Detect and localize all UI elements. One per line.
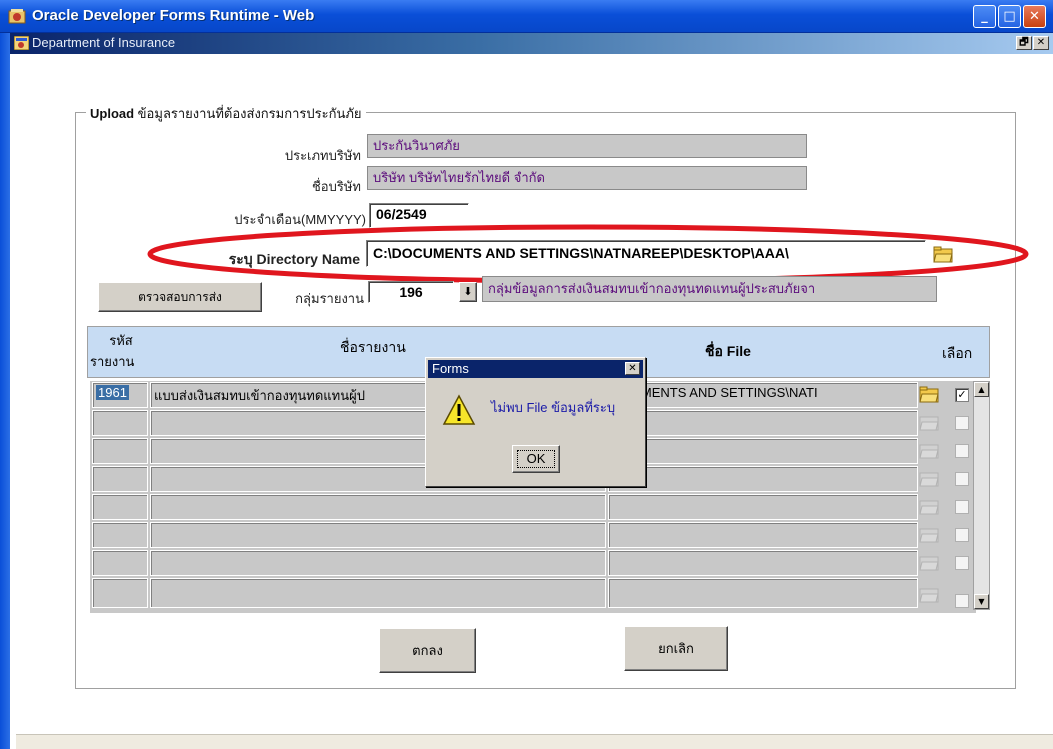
window-title: Oracle Developer Forms Runtime - Web [32,7,315,24]
empty-row-file-cell[interactable] [608,438,918,464]
warning-icon [442,394,476,425]
empty-row-file-cell[interactable] [608,550,918,576]
row-select-checkbox[interactable] [955,594,969,608]
ok-button[interactable]: ตกลง [379,628,476,673]
company-name-label: ชื่อบริษัท [311,179,361,194]
row-select-checkbox[interactable] [955,472,969,486]
empty-row-code-cell[interactable] [92,550,148,576]
empty-row-file-cell[interactable] [608,410,918,436]
report-group-input[interactable]: 196 [368,281,454,303]
dialog-ok-button[interactable]: OK [512,445,560,473]
forms-alert-dialog: Forms ✕ ไม่พบ File ข้อมูลที่ระบุ OK [425,357,646,487]
company-type-field: ประกันวินาศภัย [367,134,807,158]
window-left-border [0,33,10,749]
row-code-value: 1961 [96,385,129,400]
company-type-label: ประเภทบริษัท [284,148,361,163]
row-browse-folder-icon[interactable] [919,440,939,460]
row-select-checkbox[interactable] [955,500,969,514]
dialog-close-button[interactable]: ✕ [625,362,640,375]
row-browse-folder-icon[interactable] [919,552,939,572]
empty-row-name-cell[interactable] [150,578,606,608]
group-title-text: ข้อมูลรายงานที่ต้องส่งกรมการประกันภัย [134,106,362,121]
group-title: Upload ข้อมูลรายงานที่ต้องส่งกรมการประกั… [86,103,366,124]
row-select-checkbox[interactable] [955,444,969,458]
empty-row-file-cell[interactable] [608,522,918,548]
row-select-checkbox[interactable] [955,416,969,430]
empty-row-file-cell[interactable] [608,578,918,608]
row-browse-folder-icon[interactable] [919,524,939,544]
row-browse-folder-icon[interactable] [919,468,939,488]
cancel-button[interactable]: ยกเลิก [624,626,728,671]
row-select-checkbox[interactable] [955,556,969,570]
dialog-ok-label: OK [517,450,555,468]
row-browse-folder-icon[interactable] [919,384,939,404]
dialog-message: ไม่พบ File ข้อมูลที่ระบุ [491,400,616,415]
row-select-checkbox[interactable]: ✓ [955,388,969,402]
row-code-cell[interactable]: 1961 [92,382,148,408]
scroll-up-arrow-icon[interactable]: ▲ [974,382,989,397]
window-title-bar[interactable]: Oracle Developer Forms Runtime - Web _ □… [0,0,1053,33]
maximize-button[interactable]: □ [998,5,1021,28]
grid-scrollbar[interactable]: ▲ ▼ [973,381,990,610]
empty-row-code-cell[interactable] [92,438,148,464]
column-header-select: เลือก [942,345,973,361]
empty-row-code-cell[interactable] [92,410,148,436]
empty-row-name-cell[interactable] [150,550,606,576]
scroll-down-arrow-icon[interactable]: ▼ [974,594,989,609]
company-name-field: บริษัท บริษัทไทยรักไทยดี จำกัด [367,166,807,190]
column-header-code-line2: รายงาน [90,354,135,369]
column-header-name: ชื่อรายงาน [340,339,406,355]
dialog-title-bar[interactable]: Forms ✕ [428,360,643,378]
mdi-close-button[interactable]: ✕ [1033,36,1049,50]
app-window-icon [14,36,29,50]
empty-row-file-cell[interactable] [608,494,918,520]
empty-row-code-cell[interactable] [92,494,148,520]
row-browse-folder-icon[interactable] [919,412,939,432]
column-header-code-line1: รหัส [109,333,133,348]
status-bar [16,734,1053,749]
empty-row-code-cell[interactable] [92,578,148,608]
close-button[interactable]: ✕ [1023,5,1046,28]
empty-row-code-cell[interactable] [92,466,148,492]
row-browse-folder-icon[interactable] [919,496,939,516]
check-submission-button[interactable]: ตรวจสอบการส่ง [98,282,262,312]
row-file-cell[interactable]: OCUMENTS AND SETTINGS\NATI [608,382,918,408]
mdi-title-bar[interactable]: Department of Insurance 🗗 ✕ [10,33,1053,54]
minimize-button[interactable]: _ [973,5,996,28]
row-browse-folder-icon[interactable] [919,584,939,604]
dropdown-arrow-icon: ⬇ [463,286,473,298]
report-group-description: กลุ่มข้อมูลการส่งเงินสมทบเข้ากองทุนทดแทน… [482,276,937,302]
empty-row-name-cell[interactable] [150,494,606,520]
report-group-dropdown-button[interactable]: ⬇ [459,282,477,302]
empty-row-code-cell[interactable] [92,522,148,548]
column-header-file: ชื่อ File [705,343,751,359]
dialog-title: Forms [432,361,469,376]
empty-row-file-cell[interactable] [608,466,918,492]
report-group-label: กลุ่มรายงาน [295,291,364,306]
oracle-forms-app-icon [8,9,26,24]
mdi-restore-button[interactable]: 🗗 [1016,36,1032,50]
empty-row-name-cell[interactable] [150,522,606,548]
group-title-bold: Upload [90,106,135,121]
row-select-checkbox[interactable] [955,528,969,542]
mdi-title: Department of Insurance [32,35,176,50]
